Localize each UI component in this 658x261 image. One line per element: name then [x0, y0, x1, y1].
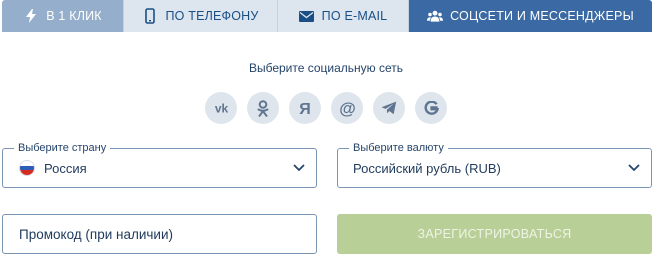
country-select-value-wrap: Россия: [19, 149, 87, 187]
lightning-icon: [23, 8, 39, 24]
registration-form: В 1 КЛИК ПО ТЕЛЕФОНУ ПО E-MAIL СОЦСЕТИ И…: [0, 0, 658, 261]
svg-text:vk: vk: [214, 103, 228, 113]
register-button[interactable]: ЗАРЕГИСТРИРОВАТЬСЯ: [337, 214, 652, 254]
social-section-title: Выберите социальную сеть: [248, 61, 404, 75]
tab-one-click-label: В 1 КЛИК: [46, 9, 102, 23]
chevron-down-icon: [628, 163, 640, 173]
tab-phone-label: ПО ТЕЛЕФОНУ: [165, 9, 259, 23]
telegram-button[interactable]: [373, 92, 405, 124]
telegram-icon: [381, 101, 397, 115]
odnoklassniki-icon: [257, 99, 269, 117]
mail-ru-button[interactable]: @: [331, 92, 363, 124]
currency-select[interactable]: Выберите валюту Российский рубль (RUB): [337, 142, 652, 188]
currency-select-value-wrap: Российский рубль (RUB): [353, 149, 501, 187]
users-icon: [427, 8, 444, 24]
country-select-value: Россия: [44, 160, 87, 176]
currency-select-value: Российский рубль (RUB): [353, 160, 501, 176]
vk-button[interactable]: vk: [205, 92, 237, 124]
tab-one-click[interactable]: В 1 КЛИК: [2, 0, 124, 32]
russia-flag-icon: [19, 160, 35, 176]
social-networks: vk Я @: [205, 92, 447, 124]
tab-social[interactable]: СОЦСЕТИ И МЕССЕНДЖЕРЫ: [409, 0, 652, 32]
google-button[interactable]: [415, 92, 447, 124]
tab-email-label: ПО E-MAIL: [321, 9, 388, 23]
tab-email[interactable]: ПО E-MAIL: [278, 0, 409, 32]
svg-text:Я: Я: [299, 101, 311, 116]
registration-method-tabs: В 1 КЛИК ПО ТЕЛЕФОНУ ПО E-MAIL СОЦСЕТИ И…: [2, 0, 652, 32]
tab-social-label: СОЦСЕТИ И МЕССЕНДЖЕРЫ: [450, 9, 634, 23]
envelope-icon: [299, 8, 315, 24]
promo-code-input[interactable]: [2, 214, 317, 254]
google-icon: [424, 100, 439, 116]
tab-phone[interactable]: ПО ТЕЛЕФОНУ: [124, 0, 278, 32]
phone-icon: [142, 8, 158, 24]
chevron-down-icon: [293, 163, 305, 173]
yandex-icon: Я: [299, 100, 311, 116]
odnoklassniki-button[interactable]: [247, 92, 279, 124]
svg-text:@: @: [339, 100, 356, 117]
country-select[interactable]: Выберите страну Россия: [2, 142, 317, 188]
yandex-button[interactable]: Я: [289, 92, 321, 124]
at-icon: @: [339, 100, 356, 117]
vk-icon: vk: [213, 103, 230, 113]
